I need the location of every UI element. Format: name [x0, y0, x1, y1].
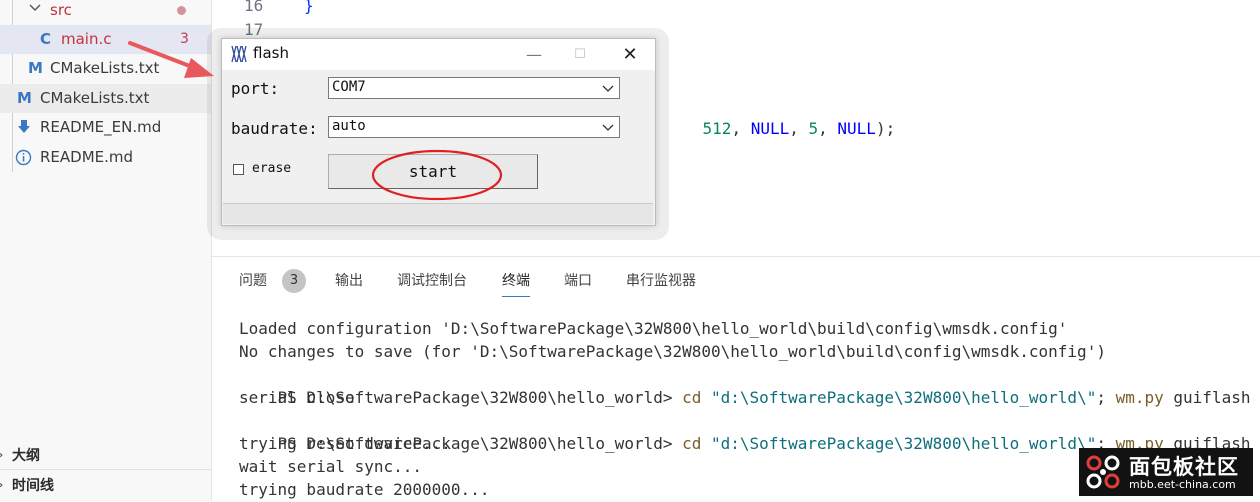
line-number: 16 — [244, 0, 264, 15]
tab-serial-monitor[interactable]: 串行监视器 — [626, 271, 696, 291]
terminal-arg: guiflash — [1163, 388, 1251, 407]
watermark-url: mbb.eet-china.com — [1129, 478, 1236, 491]
tree-item-label: README_EN.md — [40, 118, 162, 136]
code-punct: , — [731, 119, 751, 138]
code-keyword: NULL — [750, 119, 790, 138]
tab-debug-console[interactable]: 调试控制台 — [397, 271, 467, 291]
tree-item-label: CMakeLists.txt — [40, 89, 150, 107]
close-button[interactable]: ✕ — [607, 39, 653, 70]
info-icon — [15, 143, 32, 176]
tree-item-label: src — [50, 1, 72, 19]
code-number: 512 — [702, 119, 732, 138]
terminal-path: "d:\SoftwarePackage\32W800\hello_world\" — [711, 388, 1097, 407]
cmake-file-icon: M — [17, 89, 32, 107]
terminal-line: No changes to save (for 'D:\SoftwarePack… — [239, 342, 1106, 361]
code-keyword: NULL — [837, 119, 876, 138]
download-arrow-icon — [16, 113, 32, 145]
baudrate-value: auto — [332, 118, 366, 134]
cmake-file-icon: M — [28, 59, 43, 77]
outline-section-header[interactable]: › 大纲 — [0, 442, 211, 470]
modified-dot — [177, 6, 186, 15]
maximize-button[interactable]: ☐ — [557, 39, 603, 70]
mbb-logo-icon — [1086, 455, 1120, 489]
c-file-icon: C — [40, 30, 52, 48]
terminal-command: cd — [682, 434, 712, 453]
code-punct: ); — [875, 119, 896, 138]
terminal-separator: ; — [1096, 388, 1116, 407]
wm-logo-icon — [231, 45, 247, 63]
flash-dialog: flash — ☐ ✕ port: COM7 baudrate: auto er… — [221, 38, 656, 226]
tree-item-cmakelists-src[interactable]: M CMakeLists.txt — [0, 54, 211, 83]
explorer-sidebar: src C main.c 3 M CMakeLists.txt M CMakeL… — [0, 0, 212, 501]
chevron-down-icon — [28, 0, 42, 24]
timeline-label: 时间线 — [12, 478, 54, 494]
dialog-title: flash — [253, 44, 289, 62]
tree-item-src-folder[interactable]: src — [0, 0, 211, 25]
timeline-section-header[interactable]: › 时间线 — [0, 472, 211, 500]
problems-count-badge: 3 — [282, 269, 306, 293]
port-value: COM7 — [332, 79, 366, 95]
tree-item-label: main.c — [61, 30, 112, 48]
terminal-line: trying reset device... — [239, 434, 451, 453]
tree-item-readme[interactable]: README.md — [0, 143, 211, 172]
port-select[interactable]: COM7 — [328, 77, 620, 99]
baudrate-label: baudrate: — [231, 119, 318, 138]
port-label: port: — [231, 79, 280, 98]
outline-label: 大纲 — [12, 448, 40, 464]
dialog-title-bar[interactable]: flash — ☐ ✕ — [222, 39, 655, 70]
start-button[interactable]: start — [328, 154, 538, 189]
code-brace: } — [304, 0, 314, 15]
terminal-line: serial close — [239, 388, 355, 407]
code-line-task-create: 512, NULL, 5, NULL); — [664, 96, 896, 138]
tree-item-label: README.md — [40, 148, 134, 166]
terminal-command: cd — [682, 388, 712, 407]
code-number: 5 — [808, 119, 819, 138]
tree-item-label: CMakeLists.txt — [50, 59, 160, 77]
chevron-down-icon — [602, 124, 614, 131]
terminal-line: PS D:\SoftwarePackage\32W800\hello_world… — [239, 363, 1251, 407]
chevron-right-icon: › — [0, 442, 3, 470]
terminal-exe: wm.py — [1115, 388, 1164, 407]
watermark-title: 面包板社区 — [1129, 455, 1239, 479]
terminal-line: PS D:\SoftwarePackage\32W800\hello_world… — [239, 409, 1251, 453]
tab-output[interactable]: 输出 — [335, 271, 363, 291]
tab-problems[interactable]: 问题 — [239, 271, 267, 291]
terminal-path: "d:\SoftwarePackage\32W800\hello_world\" — [711, 434, 1097, 453]
minimize-button[interactable]: — — [511, 39, 557, 70]
terminal-line: wait serial sync... — [239, 457, 423, 476]
tab-terminal[interactable]: 终端 — [502, 271, 530, 297]
terminal-line: Loaded configuration 'D:\SoftwarePackage… — [239, 319, 1068, 338]
tree-item-readme-en[interactable]: README_EN.md — [0, 113, 211, 142]
terminal-line: trying baudrate 2000000... — [239, 480, 490, 499]
tree-item-main-c[interactable]: C main.c 3 — [0, 25, 211, 54]
baudrate-select[interactable]: auto — [328, 116, 620, 138]
watermark: 面包板社区 mbb.eet-china.com — [1079, 448, 1253, 496]
chevron-down-icon — [602, 85, 614, 92]
tree-item-cmakelists-root[interactable]: M CMakeLists.txt — [0, 84, 211, 113]
tab-ports[interactable]: 端口 — [564, 271, 592, 291]
code-punct: , — [789, 119, 809, 138]
chevron-right-icon: › — [0, 472, 3, 500]
erase-label: erase — [252, 161, 292, 176]
problem-count-badge: 3 — [180, 31, 189, 47]
code-punct: , — [818, 119, 838, 138]
divider — [0, 469, 211, 470]
dialog-status-bar — [223, 203, 653, 224]
erase-checkbox[interactable] — [233, 164, 244, 175]
